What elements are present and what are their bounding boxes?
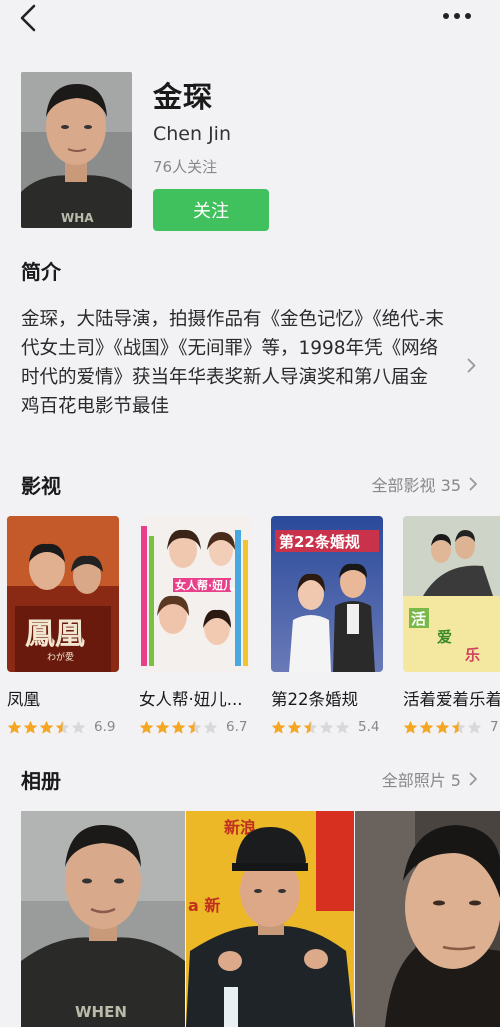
star-icon bbox=[335, 720, 350, 734]
film-score: 6.7 bbox=[226, 719, 248, 735]
star-icon bbox=[187, 720, 202, 734]
star-icon bbox=[39, 720, 54, 734]
film-card[interactable]: 鳳凰 わが愛 凤凰 6.9 bbox=[7, 516, 119, 735]
film-poster[interactable]: 鳳凰 わが愛 bbox=[7, 516, 119, 672]
star-icon bbox=[71, 720, 86, 734]
films-section-title: 影视 bbox=[21, 474, 61, 498]
star-icon bbox=[7, 720, 22, 734]
person-name: 金琛 bbox=[153, 80, 214, 114]
avatar[interactable]: WHA bbox=[21, 72, 132, 228]
star-icon bbox=[451, 720, 466, 734]
svg-text:女人帮·妞儿: 女人帮·妞儿 bbox=[175, 578, 234, 592]
film-card[interactable]: 女人帮·妞儿 女人帮·妞儿... 6.7 bbox=[139, 516, 251, 735]
film-score: 7. bbox=[490, 719, 500, 735]
film-rating: 6.7 bbox=[139, 719, 251, 735]
film-title: 第22条婚规 bbox=[271, 690, 358, 709]
intro-text[interactable]: 金琛，大陆导演，拍摄作品有《金色记忆》《绝代-末代女土司》《战国》《无间罪》等，… bbox=[21, 305, 446, 421]
star-icon bbox=[171, 720, 186, 734]
all-photos-label: 全部照片 5 bbox=[381, 771, 461, 790]
rating-stars bbox=[271, 720, 350, 735]
all-films-label: 全部影视 35 bbox=[371, 476, 461, 495]
chevron-right-icon bbox=[469, 772, 477, 786]
film-card[interactable]: 活 爱 乐 活着爱着乐着 7. bbox=[403, 516, 500, 735]
svg-text:WHEN: WHEN bbox=[75, 1003, 127, 1021]
svg-text:a 新: a 新 bbox=[188, 896, 220, 915]
star-icon bbox=[435, 720, 450, 734]
films-carousel[interactable]: 鳳凰 わが愛 凤凰 6.9 女人帮·妞儿 女人帮·妞儿... 6.7 第22条婚… bbox=[0, 516, 500, 736]
intro-section-title: 简介 bbox=[21, 260, 61, 284]
film-score: 6.9 bbox=[94, 719, 116, 735]
film-rating: 7. bbox=[403, 719, 500, 735]
film-poster[interactable]: 第22条婚规 bbox=[271, 516, 383, 672]
album-photo[interactable]: 新浪 a 新 bbox=[186, 811, 354, 1027]
chevron-right-icon[interactable] bbox=[467, 358, 476, 373]
star-icon bbox=[419, 720, 434, 734]
svg-text:WHA: WHA bbox=[61, 211, 94, 225]
album-photo[interactable]: WHEN bbox=[21, 811, 185, 1027]
star-icon bbox=[319, 720, 334, 734]
person-profile-page: WHA 金琛 Chen Jin 76人关注 关注 简介 金琛，大陆导演，拍摄作品… bbox=[0, 0, 500, 1027]
follow-button[interactable]: 关注 bbox=[153, 189, 269, 231]
svg-text:乐: 乐 bbox=[465, 646, 480, 664]
star-icon bbox=[55, 720, 70, 734]
all-films-link[interactable]: 全部影视 35 bbox=[372, 472, 478, 496]
chevron-left-icon[interactable] bbox=[16, 4, 42, 32]
film-title: 活着爱着乐着 bbox=[403, 690, 500, 709]
svg-text:第22条婚规: 第22条婚规 bbox=[279, 533, 360, 551]
photo-album[interactable]: WHEN 新浪 a 新 bbox=[21, 811, 500, 1027]
film-score: 5.4 bbox=[358, 719, 380, 735]
svg-text:爱: 爱 bbox=[437, 628, 452, 646]
film-card[interactable]: 第22条婚规 第22条婚规 5.4 bbox=[271, 516, 383, 735]
svg-text:わが愛: わが愛 bbox=[47, 651, 74, 663]
star-icon bbox=[139, 720, 154, 734]
film-rating: 5.4 bbox=[271, 719, 383, 735]
svg-text:鳳凰: 鳳凰 bbox=[25, 617, 85, 652]
rating-stars bbox=[139, 720, 218, 735]
all-photos-link[interactable]: 全部照片 5 bbox=[382, 767, 478, 791]
svg-text:活: 活 bbox=[411, 610, 426, 628]
film-title: 女人帮·妞儿... bbox=[139, 690, 243, 709]
album-photo[interactable] bbox=[355, 811, 500, 1027]
more-dots-icon[interactable] bbox=[442, 12, 472, 20]
person-english-name: Chen Jin bbox=[153, 123, 232, 145]
rating-stars bbox=[403, 720, 482, 735]
chevron-right-icon bbox=[469, 477, 477, 491]
star-icon bbox=[403, 720, 418, 734]
film-rating: 6.9 bbox=[7, 719, 119, 735]
star-icon bbox=[155, 720, 170, 734]
star-icon bbox=[287, 720, 302, 734]
star-icon bbox=[203, 720, 218, 734]
followers-count: 76人关注 bbox=[153, 158, 218, 176]
rating-stars bbox=[7, 720, 86, 735]
star-icon bbox=[271, 720, 286, 734]
film-poster[interactable]: 女人帮·妞儿 bbox=[139, 516, 251, 672]
album-section-title: 相册 bbox=[21, 769, 61, 793]
star-icon bbox=[303, 720, 318, 734]
film-title: 凤凰 bbox=[7, 690, 40, 709]
star-icon bbox=[467, 720, 482, 734]
film-poster[interactable]: 活 爱 乐 bbox=[403, 516, 500, 672]
top-bar bbox=[0, 0, 500, 36]
star-icon bbox=[23, 720, 38, 734]
